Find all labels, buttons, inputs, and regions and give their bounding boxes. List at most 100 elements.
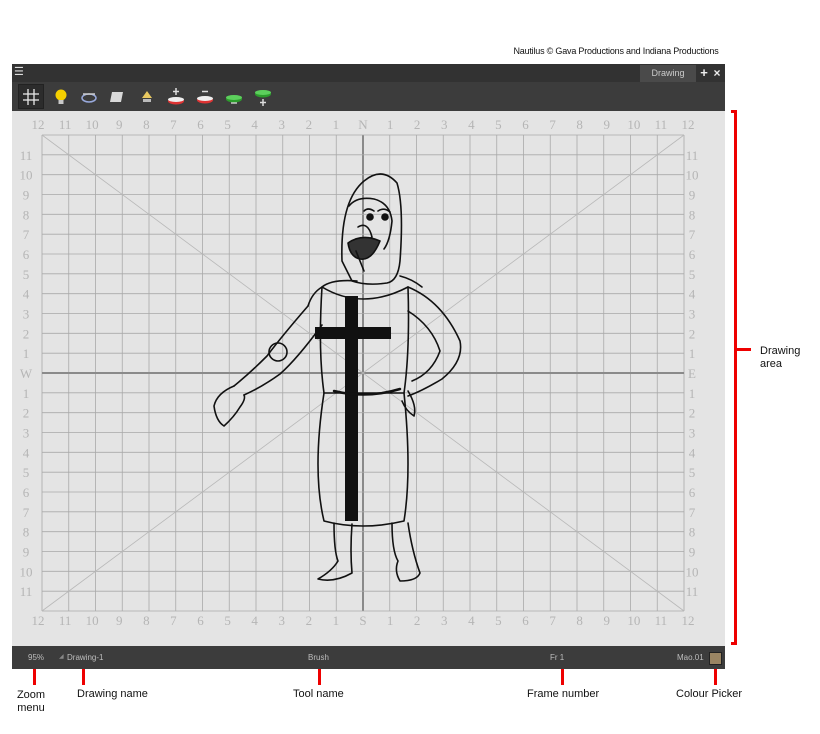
grid-bottom-label: 5: [224, 613, 231, 628]
background-icon[interactable]: [104, 84, 130, 109]
add-layer-icon[interactable]: [163, 84, 189, 109]
grid-right-label: 5: [689, 465, 696, 480]
drawing-view-window: ☰ Drawing + × 12 11 10 9 8 7 6 5 4 3 2 1…: [12, 64, 725, 669]
grid-top-label: 3: [279, 117, 286, 132]
grid-right-label: 5: [689, 267, 696, 282]
grid-right-label: 6: [689, 485, 696, 500]
grid-top-label: 9: [604, 117, 611, 132]
grid-right-label: 3: [689, 307, 696, 322]
tool-name-callout: Tool name: [289, 688, 348, 701]
tab-drawing[interactable]: Drawing: [640, 65, 696, 82]
grid-top-label: 6: [197, 117, 204, 132]
grid-right-label: 11: [686, 148, 699, 163]
grid-left-label: 4: [23, 445, 30, 460]
drawing-area[interactable]: 12 11 10 9 8 7 6 5 4 3 2 1 N 1 2 3 4 5 6 7 8 9 10 11 12 12 11 10 9 8 7…: [12, 111, 725, 646]
grid-top-label: 2: [414, 117, 421, 132]
zoom-menu-pointer: [33, 669, 36, 685]
frame-number-pointer: [561, 669, 564, 685]
grid-left-label: 9: [23, 545, 30, 560]
grid-left-label: 6: [23, 485, 30, 500]
grid-top-label: 10: [86, 117, 99, 132]
grid-bottom-label: 8: [143, 613, 150, 628]
grid-right-label: 8: [689, 525, 696, 540]
grid-bottom-label: 9: [116, 613, 123, 628]
colour-picker-pointer: [714, 669, 717, 685]
grid-top-label: 9: [116, 117, 123, 132]
grid-left-label: 7: [23, 505, 30, 520]
copyright-credit: Nautilus © Gava Productions and Indiana …: [498, 42, 734, 60]
frame-number-label: Fr 1: [550, 653, 565, 662]
light-icon[interactable]: [134, 84, 160, 109]
close-view-icon[interactable]: ×: [711, 65, 723, 81]
grid-top-label: 1: [387, 117, 394, 132]
colour-picker-swatch[interactable]: [709, 652, 722, 665]
status-bar: 95% ◢ Drawing-1 Brush Fr 1 Mao.01: [12, 646, 725, 669]
grid-left-label: 11: [20, 148, 33, 163]
grid-icon[interactable]: [18, 84, 44, 109]
grid-bottom-label: 3: [441, 613, 448, 628]
remove-layer-icon[interactable]: [192, 84, 218, 109]
drawing-area-bracket: [731, 110, 737, 645]
grid-left-label: 5: [23, 465, 30, 480]
grid-top-label: 1: [333, 117, 340, 132]
grid-top-label: 10: [627, 117, 640, 132]
grid-left-label: 1: [23, 386, 30, 401]
grid-bottom-label: S: [359, 613, 366, 628]
tool-name-pointer: [318, 669, 321, 685]
zoom-menu[interactable]: 95%: [28, 646, 44, 669]
grid-left-label: 9: [23, 188, 30, 203]
grid-bottom-label: 8: [576, 613, 583, 628]
grid-right-label: 1: [689, 386, 696, 401]
grid-bottom-label: 4: [468, 613, 475, 628]
drawing-name-label: Drawing-1: [67, 653, 104, 662]
hamburger-menu-icon[interactable]: ☰: [14, 66, 26, 80]
grid-right-label: 2: [689, 406, 696, 421]
grid-right-label: 4: [689, 445, 696, 460]
knight-character-drawing: [213, 173, 462, 582]
light-table-icon[interactable]: [48, 84, 74, 109]
layer-green-icon[interactable]: [221, 84, 247, 109]
grid-bottom-label: 12: [682, 613, 695, 628]
grid-top-label: 8: [576, 117, 583, 132]
grid-top-label: 12: [682, 117, 695, 132]
drawing-name-pointer: [82, 669, 85, 685]
grid-right-label: 7: [689, 505, 696, 520]
grid-left-label: 8: [23, 525, 30, 540]
onion-skin-icon[interactable]: [76, 84, 102, 109]
grid-left-label: 4: [23, 287, 30, 302]
grid-bottom-label: 6: [197, 613, 204, 628]
grid-top-label: 2: [306, 117, 313, 132]
grid-bottom-label: 1: [387, 613, 394, 628]
grid-bottom-label: 10: [627, 613, 640, 628]
grid-top-label: 12: [32, 117, 45, 132]
grid-top-label: 4: [468, 117, 475, 132]
grid-right-label: 10: [686, 564, 699, 579]
drawing-area-bracket-tick: [737, 348, 751, 351]
add-view-icon[interactable]: +: [698, 65, 710, 81]
grid-left-label: 7: [23, 227, 30, 242]
grid-left-label: 1: [23, 346, 30, 361]
grid-left-label: 2: [23, 406, 30, 421]
grid-left-label: W: [20, 366, 33, 381]
grid-left-label: 3: [23, 307, 30, 322]
grid-bottom-label: 9: [604, 613, 611, 628]
grid-top-label: 7: [170, 117, 177, 132]
grid-bottom-label: 3: [279, 613, 286, 628]
grid-right-label: 6: [689, 247, 696, 262]
drawing-name-callout: Drawing name: [73, 688, 152, 701]
add-green-layer-icon[interactable]: [250, 84, 276, 109]
view-titlebar: ☰ Drawing + ×: [12, 64, 725, 82]
grid-left-label: 11: [20, 584, 33, 599]
view-toolbar: [12, 82, 725, 111]
grid-top-label: 11: [59, 117, 72, 132]
frame-number-callout: Frame number: [523, 688, 604, 701]
grid-right-label: 1: [689, 346, 696, 361]
zoom-dropdown-icon[interactable]: ◢: [59, 646, 64, 669]
grid-right-label: 11: [686, 584, 699, 599]
grid-right-label: 3: [689, 426, 696, 441]
grid-right-label: 10: [686, 168, 699, 183]
grid-left-label: 2: [23, 326, 30, 341]
grid-bottom-label: 7: [170, 613, 177, 628]
grid-left-label: 8: [23, 207, 30, 222]
grid-top-label: 7: [549, 117, 556, 132]
